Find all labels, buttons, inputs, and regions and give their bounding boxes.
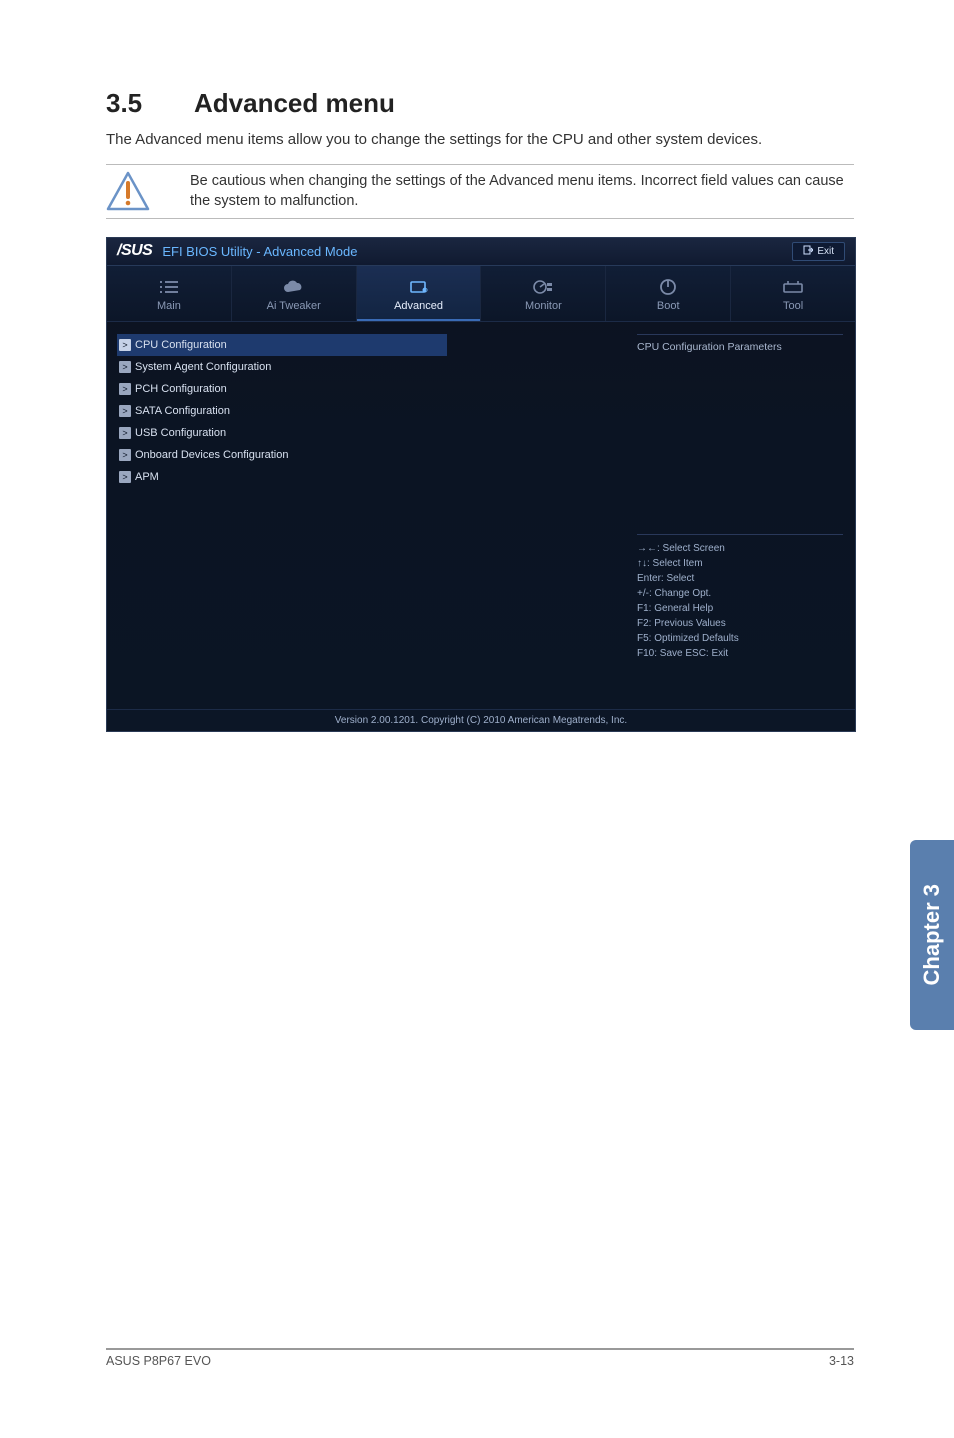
asus-logo-icon: /SUS [117, 242, 152, 260]
tab-main-label: Main [157, 300, 181, 312]
tab-boot-label: Boot [657, 300, 680, 312]
tab-boot[interactable]: Boot [606, 266, 731, 321]
menu-item-label: APM [135, 471, 159, 483]
caution-icon [106, 171, 150, 211]
help-line: ↑↓: Select Item [637, 556, 843, 571]
chevron-right-icon: > [119, 339, 131, 351]
tool-icon [782, 278, 804, 296]
help-line: F5: Optimized Defaults [637, 631, 843, 646]
chevron-right-icon: > [119, 427, 131, 439]
caution-text: Be cautious when changing the settings o… [190, 171, 854, 212]
intro-text: The Advanced menu items allow you to cha… [106, 129, 854, 150]
chip-icon: i [408, 278, 430, 296]
tab-monitor[interactable]: Monitor [481, 266, 606, 321]
menu-usb-configuration[interactable]: > USB Configuration [117, 422, 625, 444]
right-panel-help: →←: Select Screen ↑↓: Select Item Enter:… [637, 534, 843, 661]
tab-ai-tweaker[interactable]: Ai Tweaker [232, 266, 357, 321]
monitor-icon [532, 278, 554, 296]
bios-titlebar: /SUS EFI BIOS Utility - Advanced Mode Ex… [107, 238, 855, 266]
chapter-side-tab: Chapter 3 [910, 840, 954, 1030]
tab-advanced[interactable]: i Advanced [357, 266, 482, 321]
chevron-right-icon: > [119, 383, 131, 395]
help-line: F1: General Help [637, 601, 843, 616]
menu-item-label: CPU Configuration [135, 339, 227, 351]
caution-note: Be cautious when changing the settings o… [106, 164, 854, 219]
section-title: Advanced menu [194, 88, 395, 118]
help-line: F10: Save ESC: Exit [637, 646, 843, 661]
menu-system-agent-configuration[interactable]: > System Agent Configuration [117, 356, 625, 378]
chapter-side-tab-label: Chapter 3 [919, 884, 945, 985]
menu-item-label: SATA Configuration [135, 405, 230, 417]
bios-tab-row: Main Ai Tweaker i Advanced Monitor Boot … [107, 266, 855, 322]
menu-apm[interactable]: > APM [117, 466, 625, 488]
chevron-right-icon: > [119, 361, 131, 373]
page-footer: ASUS P8P67 EVO 3-13 [106, 1348, 854, 1368]
chevron-right-icon: > [119, 471, 131, 483]
section-heading: 3.5Advanced menu [106, 88, 854, 119]
cloud-icon [282, 278, 306, 296]
exit-button[interactable]: Exit [792, 242, 845, 261]
menu-item-label: PCH Configuration [135, 383, 227, 395]
bios-panel: /SUS EFI BIOS Utility - Advanced Mode Ex… [106, 237, 856, 732]
menu-sata-configuration[interactable]: > SATA Configuration [117, 400, 625, 422]
help-line: Enter: Select [637, 571, 843, 586]
list-icon [158, 278, 180, 296]
menu-item-label: USB Configuration [135, 427, 226, 439]
help-line: +/-: Change Opt. [637, 586, 843, 601]
chevron-right-icon: > [119, 449, 131, 461]
menu-pch-configuration[interactable]: > PCH Configuration [117, 378, 625, 400]
tab-monitor-label: Monitor [525, 300, 562, 312]
tab-tool-label: Tool [783, 300, 803, 312]
tab-advanced-label: Advanced [394, 300, 443, 312]
page-footer-left: ASUS P8P67 EVO [106, 1354, 211, 1368]
right-panel-description: CPU Configuration Parameters [637, 334, 843, 534]
power-icon [659, 278, 677, 296]
tab-ai-tweaker-label: Ai Tweaker [267, 300, 321, 312]
section-number: 3.5 [106, 88, 194, 119]
exit-icon [803, 245, 813, 258]
page-footer-right: 3-13 [829, 1354, 854, 1368]
bios-menu-list: > CPU Configuration > System Agent Confi… [107, 322, 625, 690]
tab-main[interactable]: Main [107, 266, 232, 321]
help-line: →←: Select Screen [637, 541, 843, 556]
bios-title: EFI BIOS Utility - Advanced Mode [162, 244, 357, 259]
bios-footer: Version 2.00.1201. Copyright (C) 2010 Am… [107, 709, 855, 731]
chevron-right-icon: > [119, 405, 131, 417]
menu-item-label: Onboard Devices Configuration [135, 449, 288, 461]
help-line: F2: Previous Values [637, 616, 843, 631]
svg-text:i: i [425, 288, 426, 294]
tab-tool[interactable]: Tool [731, 266, 855, 321]
menu-cpu-configuration[interactable]: > CPU Configuration [117, 334, 447, 356]
menu-item-label: System Agent Configuration [135, 361, 271, 373]
menu-onboard-devices-configuration[interactable]: > Onboard Devices Configuration [117, 444, 625, 466]
exit-label: Exit [817, 246, 834, 257]
